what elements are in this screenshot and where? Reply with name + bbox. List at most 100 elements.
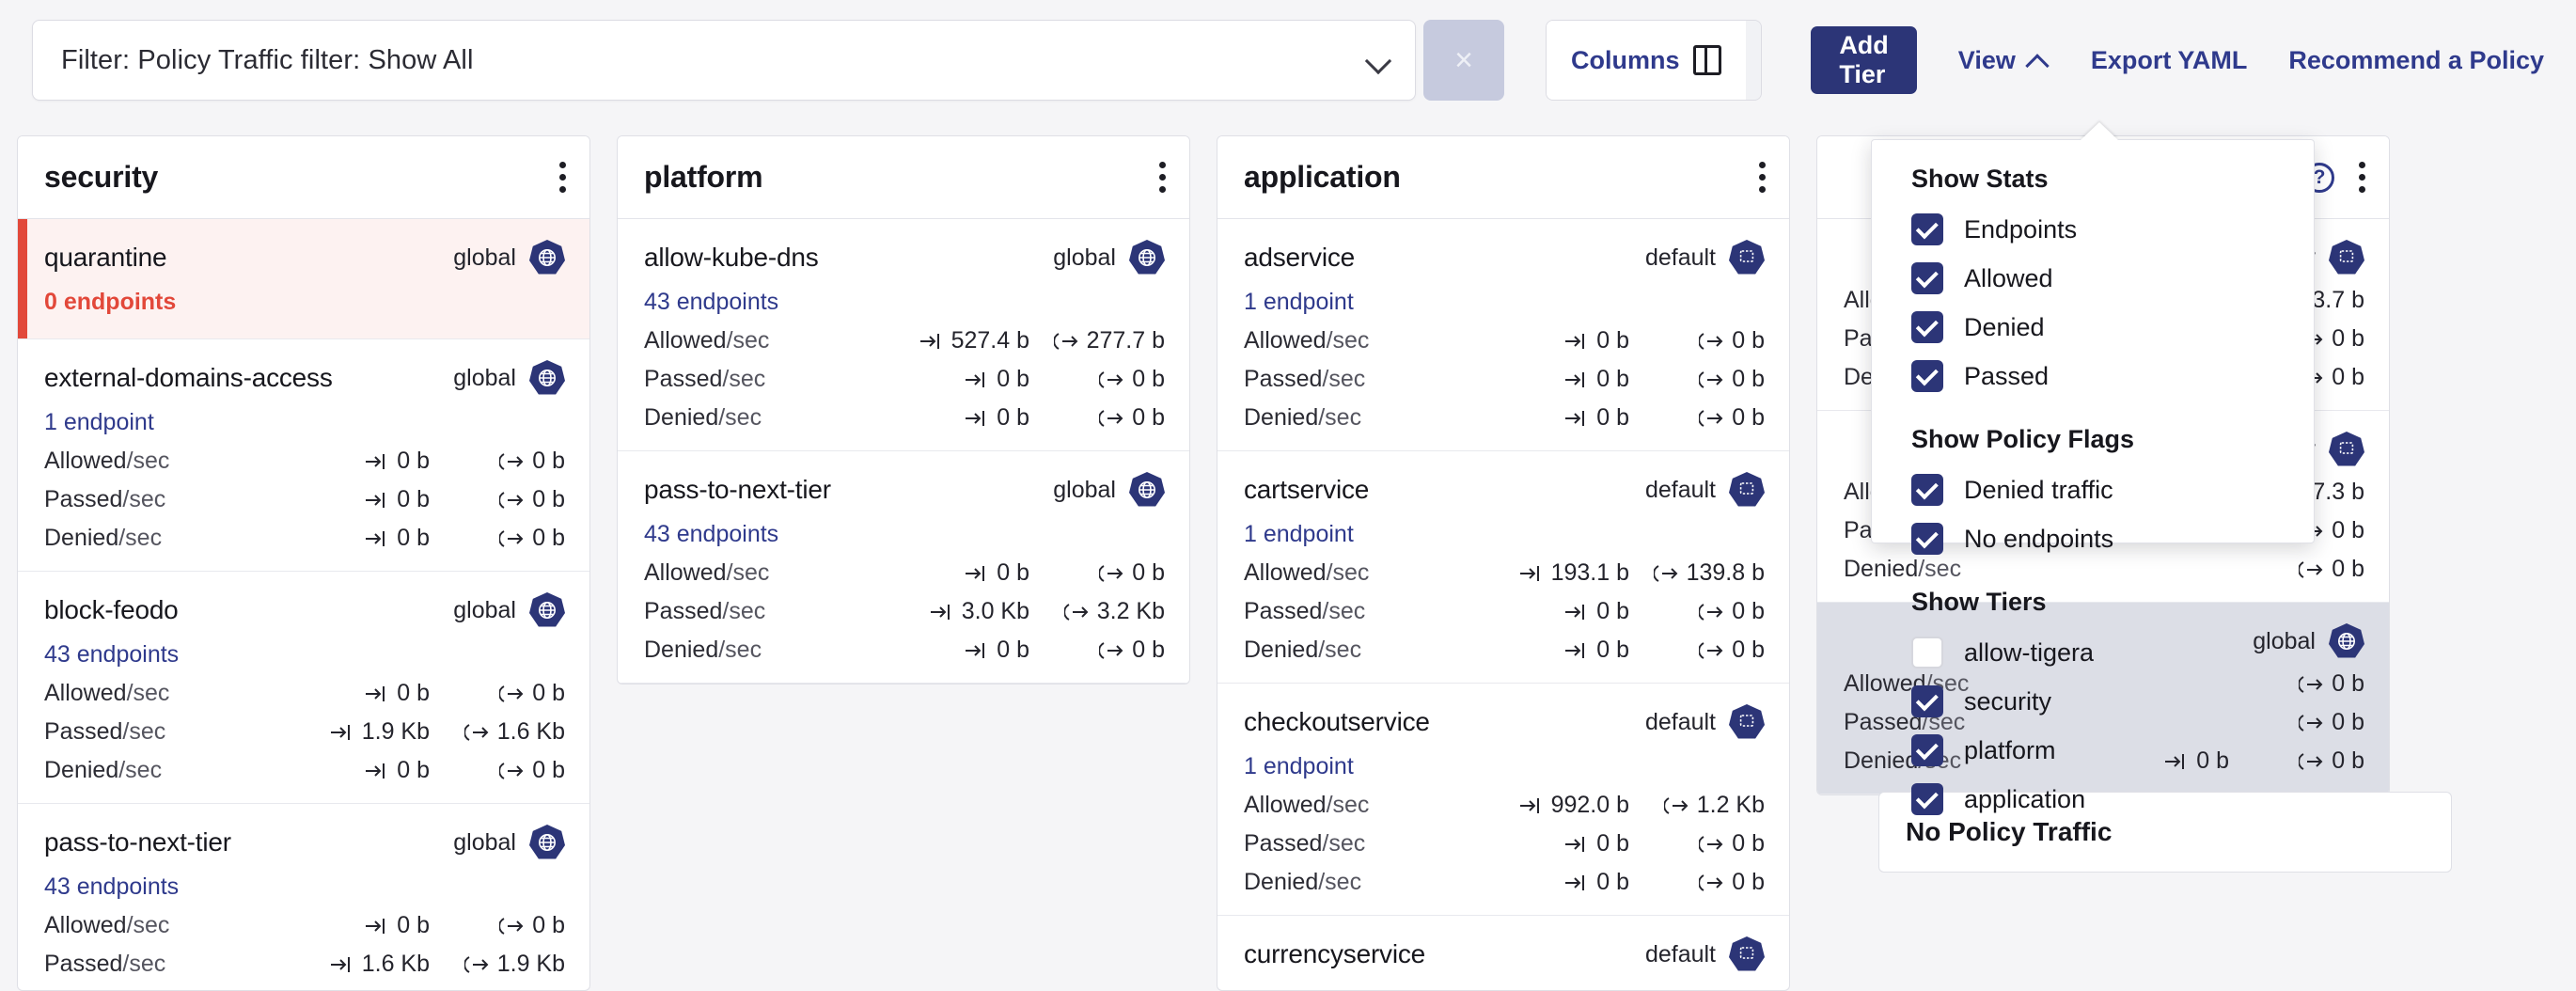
egress-arrow-icon	[499, 491, 524, 509]
policy-stat-egress: 1.2 Kb	[1641, 792, 1765, 819]
policy-stat-label: Allowed/sec	[44, 912, 170, 938]
policy-row[interactable]: cartservice default 1 endpoint Allowed/sec 1…	[1217, 451, 1789, 684]
policy-row[interactable]: external-domains-access global 1 endpoint A…	[18, 339, 589, 572]
policy-stat-values: 0 b 0 b	[1505, 598, 1765, 625]
policy-stat-label: Passed/sec	[644, 598, 766, 624]
policy-name: pass-to-next-tier	[44, 827, 231, 857]
policy-stat-ingress: 0 b	[306, 680, 430, 707]
view-option-no-endpoints[interactable]: No endpoints	[1872, 514, 2314, 563]
policy-endpoint-count[interactable]: 43 endpoints	[44, 641, 565, 669]
globe-icon	[2329, 623, 2364, 658]
view-group-title: Show Stats	[1911, 165, 2049, 193]
checkbox-endpoints-icon[interactable]	[1911, 213, 1943, 245]
namespace-icon	[1729, 936, 1765, 971]
policy-row[interactable]: pass-to-next-tier global 43 endpoints Allow…	[18, 804, 589, 990]
chevron-down-icon	[1366, 48, 1390, 72]
policy-stat-row: Denied/sec 0 b 0 b	[1244, 637, 1765, 664]
policy-endpoint-count[interactable]: 1 endpoint	[1244, 289, 1765, 316]
policy-row-header: external-domains-access global	[44, 360, 565, 396]
policy-endpoint-count[interactable]: 43 endpoints	[644, 289, 1165, 316]
view-option-platform[interactable]: platform	[1872, 726, 2314, 775]
egress-arrow-icon	[1063, 603, 1089, 621]
view-option-allow-tigera[interactable]: allow-tigera	[1872, 628, 2314, 677]
policy-row[interactable]: adservice default 1 endpoint Allowed/sec 0 b…	[1217, 219, 1789, 451]
policy-stat-row: Denied/sec 0 b 0 b	[1244, 869, 1765, 896]
tier-menu-button[interactable]	[1152, 158, 1167, 197]
view-option-allowed[interactable]: Allowed	[1872, 254, 2314, 303]
tier-title: security	[44, 160, 159, 194]
policy-stat-egress: 0 b	[441, 757, 565, 784]
policy-endpoint-count[interactable]: 43 endpoints	[644, 521, 1165, 548]
egress-arrow-icon	[1699, 370, 1723, 388]
view-option-denied[interactable]: Denied	[1872, 303, 2314, 352]
checkbox-allowed-icon[interactable]	[1911, 262, 1943, 294]
policy-endpoint-count[interactable]: 1 endpoint	[44, 409, 565, 436]
policy-name: pass-to-next-tier	[644, 475, 831, 504]
export-yaml-button[interactable]: Export YAML	[2091, 46, 2248, 75]
policy-stat-values: 0 b 0 b	[905, 366, 1165, 393]
policy-stat-egress: 0 b	[1041, 559, 1165, 587]
view-option-passed[interactable]: Passed	[1872, 352, 2314, 401]
policy-stat-ingress: 0 b	[905, 637, 1029, 664]
policy-row[interactable]: pass-to-next-tier global 43 endpoints Allow…	[618, 451, 1189, 684]
policy-stat-label: Denied/sec	[1244, 404, 1362, 431]
policy-stat-label: Denied/sec	[1244, 637, 1362, 663]
checkbox-denied-icon[interactable]	[1911, 311, 1943, 343]
policy-endpoint-count[interactable]: 1 endpoint	[1244, 521, 1765, 548]
view-option-denied-traffic[interactable]: Denied traffic	[1872, 465, 2314, 514]
policy-row[interactable]: allow-kube-dns global 43 endpoints Allowed/…	[618, 219, 1189, 451]
checkbox-no-endpoints-icon[interactable]	[1911, 523, 1943, 555]
ingress-arrow-icon	[366, 763, 385, 779]
checkbox-allow-tigera-icon[interactable]	[1911, 637, 1943, 669]
policy-endpoint-count[interactable]: 1 endpoint	[1244, 753, 1765, 780]
egress-arrow-icon	[499, 529, 524, 547]
policy-row[interactable]: quarantine global 0 endpoints	[18, 219, 589, 339]
policy-stat-row: Allowed/sec 527.4 b 277.7 b	[644, 327, 1165, 354]
recommend-policy-button[interactable]: Recommend a Policy	[2288, 46, 2544, 75]
view-option-application[interactable]: application	[1872, 775, 2314, 824]
checkbox-security-icon[interactable]	[1911, 685, 1943, 717]
egress-arrow-icon	[499, 452, 524, 470]
tier-menu-button[interactable]	[1751, 158, 1767, 197]
ingress-arrow-icon	[330, 956, 350, 972]
policy-stat-ingress: 992.0 b	[1505, 792, 1629, 819]
tier-header-actions	[1751, 158, 1767, 197]
tier-menu-button[interactable]	[2351, 158, 2366, 197]
policy-stat-egress: 0 b	[441, 525, 565, 552]
view-menu-button[interactable]: View	[1958, 46, 2050, 75]
policy-stat-label: Denied/sec	[644, 637, 762, 663]
policy-row[interactable]: checkoutservice default 1 endpoint Allowed/…	[1217, 684, 1789, 916]
ingress-arrow-icon	[1565, 642, 1585, 658]
policy-stat-ingress: 0 b	[306, 448, 430, 475]
egress-arrow-icon	[1053, 332, 1077, 350]
list-view-button[interactable]: List	[1745, 21, 1762, 100]
view-option-label: Passed	[1964, 361, 2050, 390]
policy-stat-values: 0 b 0 b	[1505, 869, 1765, 896]
view-option-endpoints[interactable]: Endpoints	[1872, 205, 2314, 254]
policy-row-header: pass-to-next-tier global	[644, 472, 1165, 508]
policy-stat-ingress: 0 b	[905, 366, 1029, 393]
add-tier-button[interactable]: Add Tier	[1811, 26, 1917, 94]
policy-stat-values: 992.0 b 1.2 Kb	[1505, 792, 1765, 819]
tier-menu-button[interactable]	[552, 158, 567, 197]
policy-stat-values: 0 b 0 b	[306, 525, 565, 552]
policy-row[interactable]: block-feodo global 43 endpoints Allowed/sec…	[18, 572, 589, 804]
egress-arrow-icon	[1663, 796, 1689, 814]
checkbox-platform-icon[interactable]	[1911, 734, 1943, 766]
policy-stat-egress: 0 b	[1641, 830, 1765, 857]
globe-icon	[1129, 472, 1165, 507]
policy-stat-values: 0 b 0 b	[306, 486, 565, 513]
columns-view-button[interactable]: Columns	[1547, 21, 1746, 100]
checkbox-denied-traffic-icon[interactable]	[1911, 474, 1943, 506]
policy-stat-row: Denied/sec 0 b 0 b	[44, 525, 565, 552]
view-option-security[interactable]: security	[1872, 677, 2314, 726]
checkbox-application-icon[interactable]	[1911, 783, 1943, 815]
policy-stat-row: Denied/sec 0 b 0 b	[644, 404, 1165, 432]
checkbox-passed-icon[interactable]	[1911, 360, 1943, 392]
clear-filter-button[interactable]: ×	[1423, 20, 1504, 101]
policy-row[interactable]: currencyservice default	[1217, 916, 1789, 990]
ingress-arrow-icon	[330, 724, 350, 740]
policy-row-header: quarantine global	[44, 240, 565, 275]
policy-endpoint-count[interactable]: 43 endpoints	[44, 873, 565, 901]
policy-traffic-filter-select[interactable]: Filter: Policy Traffic filter: Show All	[32, 20, 1416, 101]
